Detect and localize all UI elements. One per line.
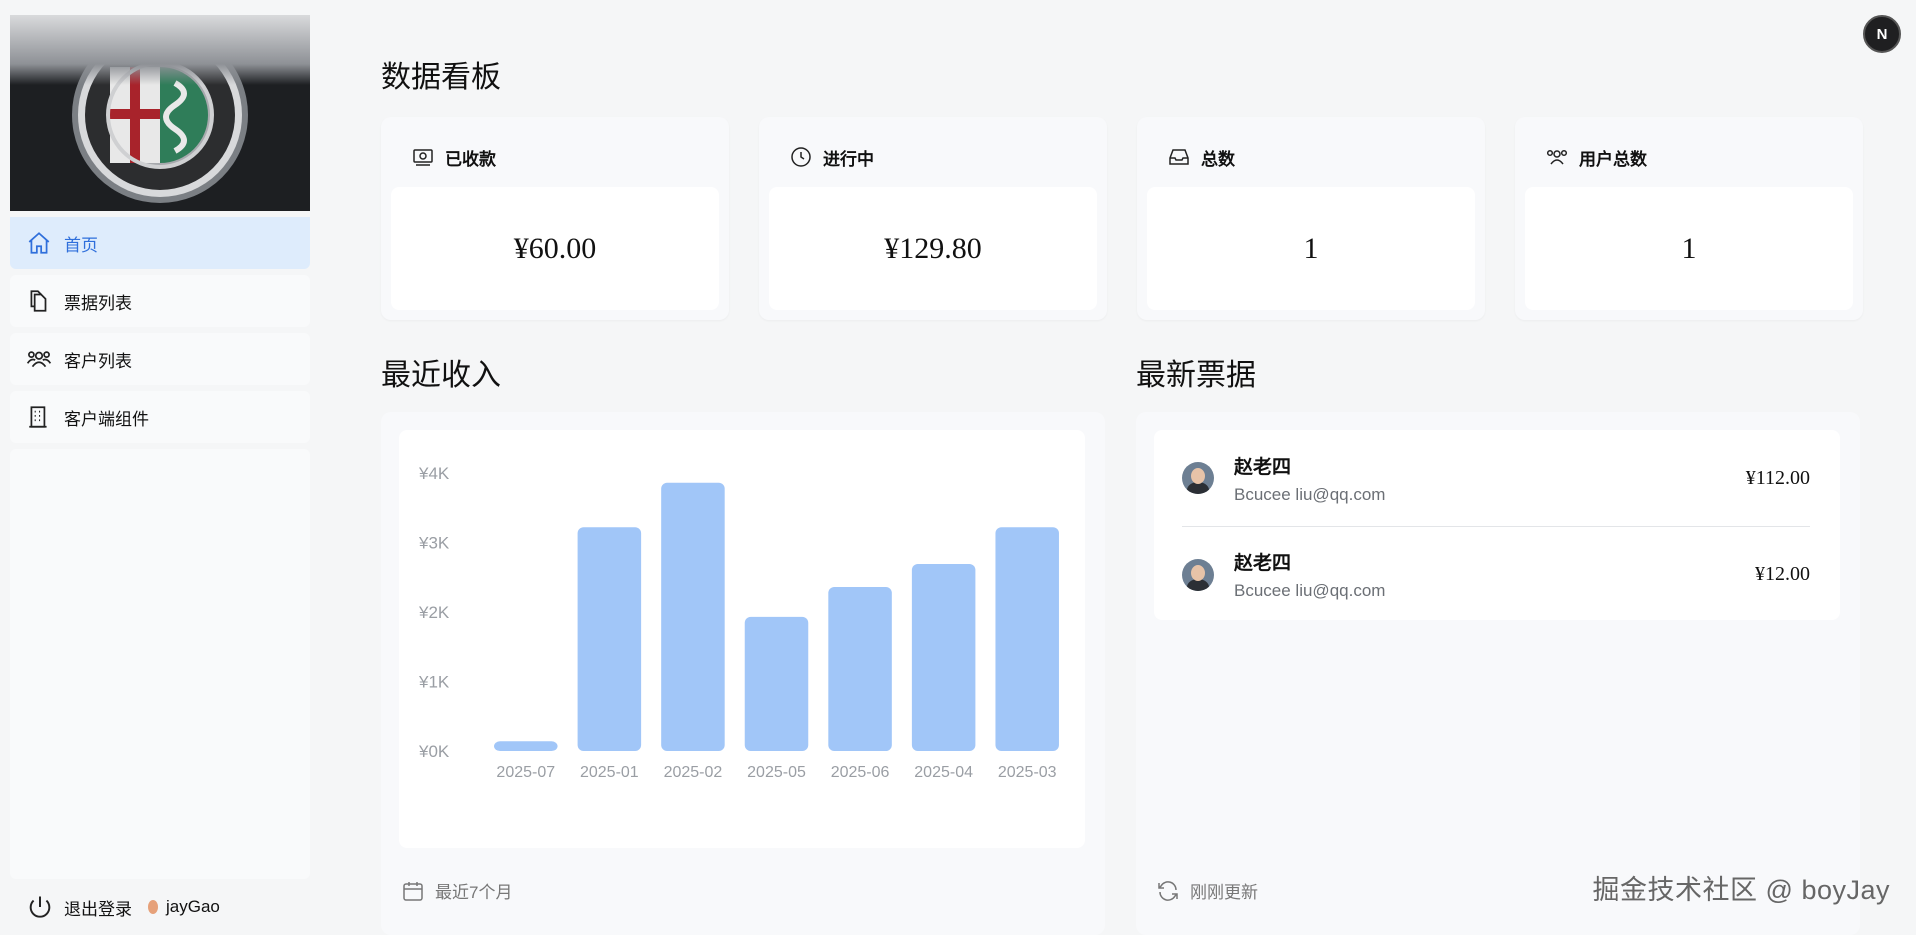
logout-button[interactable]: 退出登录 bbox=[64, 895, 132, 920]
customer-name: 赵老四 bbox=[1234, 456, 1292, 478]
stat-card-header: 进行中 bbox=[769, 127, 1097, 187]
stat-card-header: 总数 bbox=[1147, 127, 1475, 187]
invoices-footer-text: 刚刚更新 bbox=[1190, 883, 1258, 902]
revenue-footer-text: 最近7个月 bbox=[435, 883, 513, 902]
x-tick-label: 2025-06 bbox=[831, 764, 890, 781]
inbox-icon bbox=[1169, 149, 1189, 165]
stat-card-title: 用户总数 bbox=[1579, 149, 1647, 169]
invoices-title: 最新票据 bbox=[1136, 359, 1256, 392]
y-tick-label: ¥0K bbox=[418, 742, 450, 761]
banknote-icon bbox=[413, 149, 433, 166]
sidebar-item-label: 票据列表 bbox=[64, 293, 132, 313]
stat-card-header: 已收款 bbox=[391, 127, 719, 187]
chart-bar[interactable] bbox=[828, 586, 892, 751]
building-icon bbox=[29, 406, 47, 428]
invoice-list: 赵老四 Bcucee liu@qq.com ¥112.00 赵老四 Bcucee… bbox=[1154, 430, 1840, 620]
customer-avatar bbox=[1182, 558, 1214, 591]
home-icon bbox=[28, 232, 50, 254]
username: jayGao bbox=[166, 897, 220, 916]
stat-card-title: 已收款 bbox=[445, 149, 496, 169]
sidebar: 首页 票据列表 客户列表 客户端组件 退出登录 jayGao bbox=[10, 15, 310, 935]
refresh-icon[interactable] bbox=[1156, 879, 1180, 903]
invoice-row[interactable]: 赵老四 Bcucee liu@qq.com ¥12.00 bbox=[1182, 526, 1810, 622]
y-tick-label: ¥3K bbox=[418, 534, 450, 553]
sidebar-item-label: 首页 bbox=[64, 235, 98, 255]
power-icon[interactable] bbox=[26, 893, 54, 921]
x-tick-label: 2025-04 bbox=[914, 764, 973, 781]
stat-card-title: 进行中 bbox=[823, 149, 874, 169]
stat-card-header: 用户总数 bbox=[1525, 127, 1853, 187]
customer-name: 赵老四 bbox=[1234, 553, 1292, 574]
chart-bar[interactable] bbox=[577, 527, 642, 751]
stat-cards: 已收款 ¥60.00 进行中 ¥129.80 总数 1 用户总数 1 bbox=[381, 117, 1863, 320]
invoices-footer: 刚刚更新 bbox=[1156, 878, 1258, 903]
sidebar-item-home[interactable]: 首页 bbox=[10, 217, 310, 269]
customer-email: Bcucee liu@qq.com bbox=[1234, 581, 1386, 600]
watermark: 掘金技术社区 @ boyJay bbox=[1592, 875, 1890, 905]
stat-card-total: 总数 1 bbox=[1137, 117, 1485, 320]
revenue-panel: ¥0K ¥1K ¥2K ¥3K ¥4K 2025-07 2025-01 2025-02 2025… bbox=[381, 412, 1105, 935]
y-tick-label: ¥2K bbox=[418, 603, 450, 622]
sidebar-footer: 退出登录 jayGao bbox=[10, 879, 310, 935]
stat-card-value: 1 bbox=[1147, 187, 1475, 310]
stat-card-title: 总数 bbox=[1201, 149, 1235, 169]
sidebar-item-invoices[interactable]: 票据列表 bbox=[10, 275, 310, 327]
customer-avatar bbox=[1182, 462, 1214, 494]
sidebar-item-client-components[interactable]: 客户端组件 bbox=[10, 391, 310, 443]
page-title: 数据看板 bbox=[381, 61, 501, 94]
stat-card-collected: 已收款 ¥60.00 bbox=[381, 117, 729, 320]
profile-avatar[interactable]: N bbox=[1863, 15, 1901, 53]
main-content: 数据看板 已收款 ¥60.00 进行中 ¥129.80 总数 1 用户总数 1 … bbox=[381, 0, 1863, 935]
chart-bar[interactable] bbox=[494, 741, 558, 751]
stat-card-pending: 进行中 ¥129.80 bbox=[759, 117, 1107, 320]
x-tick-label: 2025-05 bbox=[747, 764, 806, 781]
customer-email: Bcucee liu@qq.com bbox=[1234, 484, 1386, 504]
chart-bar[interactable] bbox=[661, 482, 725, 751]
revenue-bar-chart: ¥0K ¥1K ¥2K ¥3K ¥4K 2025-07 2025-01 2025-02 2025… bbox=[418, 464, 1059, 781]
user-group-icon bbox=[1546, 149, 1568, 165]
invoices-panel: 赵老四 Bcucee liu@qq.com ¥112.00 赵老四 Bcucee… bbox=[1136, 412, 1860, 935]
x-tick-label: 2025-07 bbox=[496, 764, 555, 781]
brand-logo-image bbox=[10, 15, 310, 211]
calendar-icon bbox=[403, 881, 423, 901]
users-icon bbox=[26, 351, 52, 368]
y-tick-label: ¥4K bbox=[418, 464, 450, 483]
y-tick-label: ¥1K bbox=[418, 673, 450, 692]
chart-bar[interactable] bbox=[744, 616, 809, 751]
revenue-footer: 最近7个月 bbox=[401, 878, 512, 903]
chart-bar[interactable] bbox=[911, 564, 976, 751]
revenue-title: 最近收入 bbox=[381, 359, 501, 392]
sidebar-item-label: 客户端组件 bbox=[64, 409, 149, 429]
invoice-amount: ¥12.00 bbox=[1755, 563, 1810, 585]
stat-card-value: 1 bbox=[1525, 187, 1853, 310]
x-tick-label: 2025-03 bbox=[998, 764, 1057, 781]
documents-icon bbox=[30, 290, 47, 312]
stat-card-value: ¥129.80 bbox=[769, 187, 1097, 310]
stat-card-users: 用户总数 1 bbox=[1515, 117, 1863, 320]
revenue-chart: ¥0K ¥1K ¥2K ¥3K ¥4K 2025-07 2025-01 2025-02 2025… bbox=[399, 430, 1085, 848]
stat-card-value: ¥60.00 bbox=[391, 187, 719, 310]
user-avatar-icon bbox=[148, 900, 158, 914]
clock-icon bbox=[791, 147, 811, 167]
sidebar-item-customers[interactable]: 客户列表 bbox=[10, 333, 310, 385]
sidebar-item-label: 客户列表 bbox=[64, 351, 132, 371]
invoice-row[interactable]: 赵老四 Bcucee liu@qq.com ¥112.00 bbox=[1182, 430, 1810, 526]
sidebar-spacer bbox=[10, 449, 310, 879]
x-tick-label: 2025-02 bbox=[664, 764, 723, 781]
current-user: jayGao bbox=[148, 897, 220, 917]
invoice-amount: ¥112.00 bbox=[1745, 466, 1810, 489]
x-tick-label: 2025-01 bbox=[580, 764, 639, 781]
chart-bar[interactable] bbox=[995, 527, 1059, 751]
